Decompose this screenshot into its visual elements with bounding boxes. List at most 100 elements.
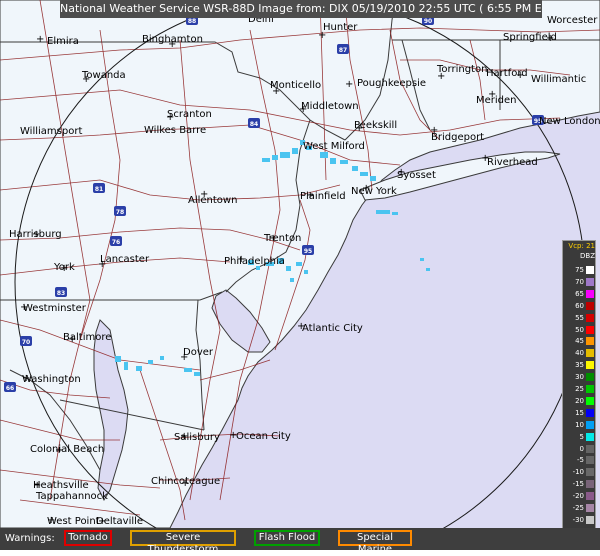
interstate-76-shield: 76	[110, 236, 122, 246]
svg-text:Worcester: Worcester	[547, 15, 598, 26]
legend-level: 0	[565, 444, 595, 454]
city-atlantic-city: Atlantic City+	[297, 321, 363, 334]
city-trenton: Trenton+	[263, 233, 301, 244]
svg-text:Westminster: Westminster	[23, 303, 87, 314]
legend-level: 35	[565, 360, 595, 370]
legend-level-swatch	[586, 456, 594, 465]
legend-level-value: 45	[575, 337, 584, 346]
city-new-london: New London	[539, 116, 600, 127]
legend-level: 25	[565, 384, 595, 394]
svg-text:+: +	[516, 70, 524, 81]
legend-level-swatch	[586, 480, 594, 489]
legend-level-value: -30	[572, 515, 584, 524]
legend-level-value: 50	[575, 325, 584, 334]
legend-level: -10	[565, 467, 595, 477]
svg-text:81: 81	[95, 186, 103, 193]
legend-level: 70	[565, 277, 595, 287]
special-marine-warning-button[interactable]: Special Marine	[338, 530, 412, 555]
legend-level-swatch	[586, 325, 594, 334]
svg-text:Riverhead: Riverhead	[487, 157, 538, 168]
legend-vcp: Vcp: 21	[568, 242, 595, 250]
svg-text:+: +	[299, 104, 307, 115]
legend-level: -15	[565, 479, 595, 489]
interstate-70-shield: 70	[20, 336, 32, 346]
city-heathsville: Heathsville+	[33, 480, 89, 491]
legend-level-value: 55	[575, 313, 584, 322]
legend-level: -30	[565, 515, 595, 525]
interstate-78-shield: 78	[114, 206, 126, 216]
legend-level-value: 10	[575, 420, 584, 429]
legend-level-value: 0	[579, 444, 584, 453]
legend-level: 50	[565, 325, 595, 335]
legend-level: 40	[565, 348, 595, 358]
svg-text:Hunter: Hunter	[323, 22, 358, 33]
warnings-bar: Warnings: Tornado Severe Thunderstorm Fl…	[0, 528, 600, 555]
svg-text:Tappahannock: Tappahannock	[35, 491, 108, 502]
svg-text:+: +	[32, 229, 40, 240]
svg-text:Colonial Beach: Colonial Beach	[30, 444, 104, 455]
flash-flood-warning-button[interactable]: Flash Flood	[254, 530, 320, 546]
svg-text:New London: New London	[539, 116, 600, 127]
legend-level-swatch	[586, 289, 594, 298]
svg-text:+: +	[297, 321, 305, 332]
city-tappahannock: Tappahannock	[35, 491, 108, 502]
legend-level-swatch	[586, 515, 594, 524]
svg-text:+: +	[437, 71, 445, 82]
legend-level-value: -10	[572, 468, 584, 477]
legend-level-value: 70	[575, 277, 584, 286]
city-new-york: New York+	[351, 183, 397, 197]
city-york: York+	[53, 262, 75, 274]
city-plainfield: Plainfield+	[300, 190, 346, 202]
title-bar: National Weather Service WSR-88D Image f…	[60, 0, 542, 18]
legend-level-value: 60	[575, 301, 584, 310]
legend-level-value: -20	[572, 492, 584, 501]
svg-text:+: +	[68, 334, 76, 345]
legend-level-value: -5	[577, 456, 584, 465]
legend-level: 55	[565, 313, 595, 323]
legend-level-swatch	[586, 337, 594, 346]
legend-level-swatch	[586, 468, 594, 477]
svg-text:+: +	[397, 167, 405, 178]
radar-map[interactable]: 88 90 87 84 81 78 76 83 70 95 66 95 Delh…	[0, 0, 600, 555]
svg-text:+: +	[166, 112, 174, 123]
svg-text:84: 84	[250, 121, 258, 128]
legend-level: 10	[565, 420, 595, 430]
svg-text:+: +	[180, 431, 188, 442]
svg-text:66: 66	[6, 385, 14, 392]
map-canvas: 88 90 87 84 81 78 76 83 70 95 66 95 Delh…	[0, 0, 600, 550]
interstate-95-shield: 95	[302, 245, 314, 255]
legend-level: 45	[565, 336, 595, 346]
legend-level-swatch	[586, 396, 594, 405]
svg-text:+: +	[355, 123, 363, 134]
city-west-milford: West Milford	[303, 141, 365, 152]
legend-level-value: 25	[575, 385, 584, 393]
svg-text:+: +	[345, 79, 353, 90]
legend-level-swatch	[586, 420, 594, 429]
severe-thunderstorm-warning-label: Severe Thunderstorm	[147, 532, 219, 555]
svg-text:Allentown: Allentown	[188, 195, 237, 206]
svg-text:95: 95	[304, 248, 312, 255]
tornado-warning-button[interactable]: Tornado	[64, 530, 112, 546]
svg-text:Ocean City: Ocean City	[236, 431, 291, 442]
legend-level: 75	[565, 265, 595, 275]
svg-text:87: 87	[339, 47, 347, 54]
special-marine-warning-label: Special Marine	[356, 532, 394, 555]
svg-text:+: +	[55, 445, 63, 456]
tornado-warning-label: Tornado	[68, 532, 108, 543]
legend-level-swatch	[586, 504, 594, 512]
legend-level-swatch	[586, 301, 594, 310]
interstate-84-shield: 84	[248, 118, 260, 128]
legend-level-value: 20	[575, 396, 584, 405]
svg-text:+: +	[488, 89, 496, 100]
svg-text:83: 83	[57, 290, 65, 297]
svg-text:+: +	[237, 254, 245, 265]
flash-flood-warning-label: Flash Flood	[258, 532, 316, 543]
severe-thunderstorm-warning-button[interactable]: Severe Thunderstorm	[130, 530, 236, 555]
legend-level-value: 5	[579, 432, 584, 441]
svg-text:New York: New York	[351, 186, 397, 197]
svg-text:+: +	[98, 516, 106, 527]
svg-text:Philadelphia: Philadelphia	[224, 256, 285, 267]
svg-text:+: +	[22, 373, 30, 384]
svg-text:88: 88	[188, 18, 196, 25]
svg-text:Lancaster: Lancaster	[100, 254, 150, 265]
